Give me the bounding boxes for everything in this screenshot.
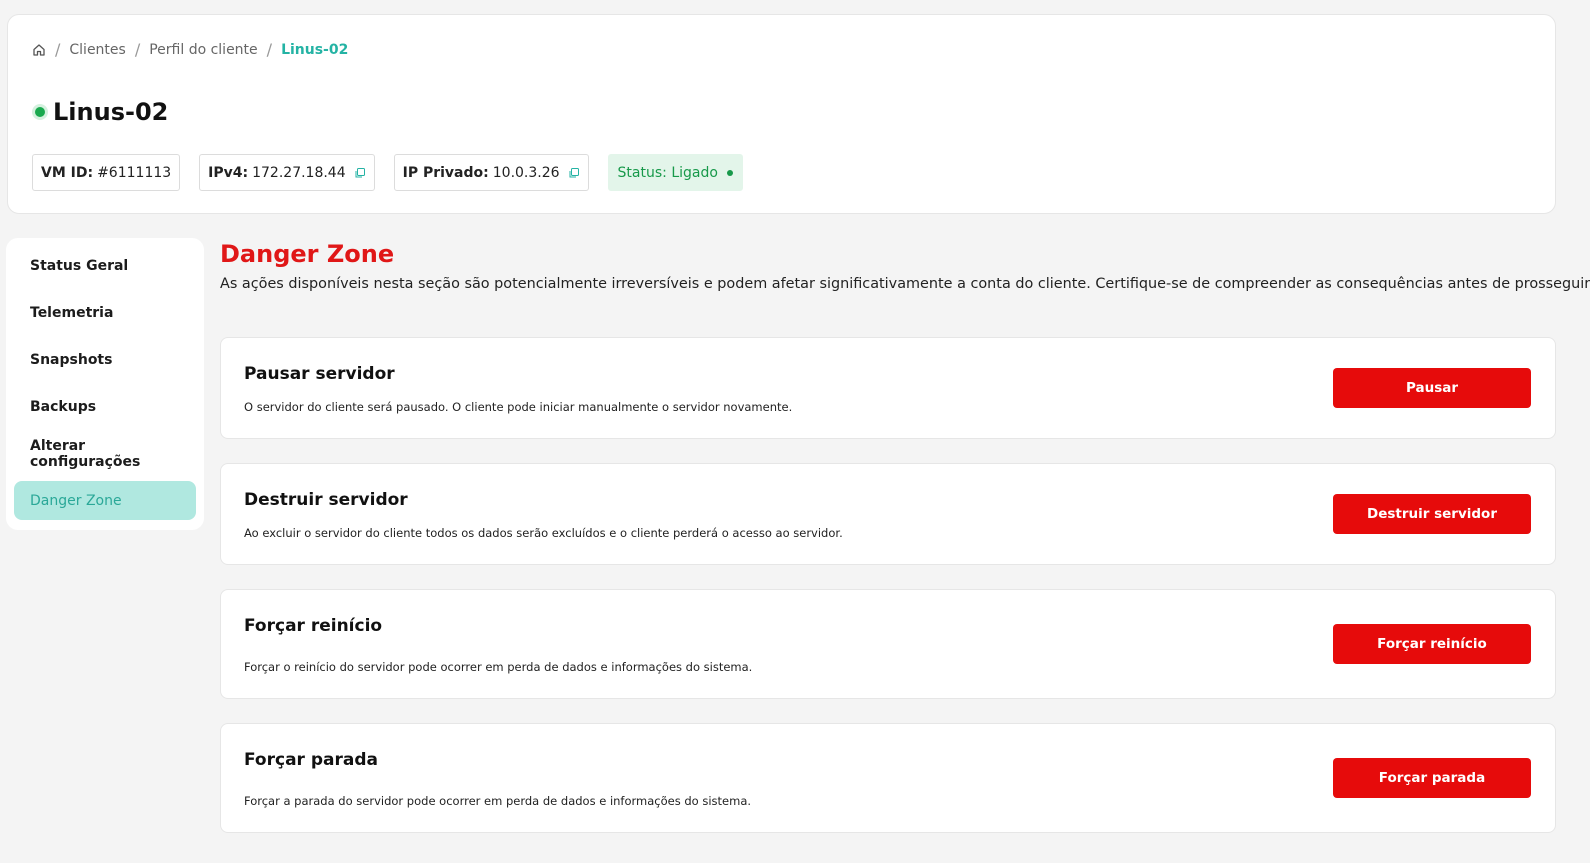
sidebar: Status Geral Telemetria Snapshots Backup… [6,238,204,530]
force-restart-button[interactable]: Forçar reinício [1333,624,1531,664]
vm-id-value: #6111113 [97,164,172,181]
ipv4-label: IPv4: [208,164,249,181]
sidebar-item-status-geral[interactable]: Status Geral [14,246,196,285]
breadcrumb-separator: / [266,40,273,59]
section-title: Danger Zone [220,240,395,268]
ip-private-chip: IP Privado: 10.0.3.26 [393,154,589,191]
vm-id-label: VM ID: [41,164,94,181]
destroy-server-button[interactable]: Destruir servidor [1333,494,1531,534]
breadcrumb-separator: / [134,40,141,59]
breadcrumb-current: Linus-02 [281,41,349,58]
vm-info-chips: VM ID: #6111113 IPv4: 172.27.18.44 IP Pr… [32,154,743,191]
ip-private-value: 10.0.3.26 [492,164,560,181]
sidebar-item-label: Telemetria [30,304,114,321]
force-stop-card: Forçar parada Forçar a parada do servido… [220,723,1556,833]
breadcrumb: / Clientes / Perfil do cliente / Linus-0… [32,40,348,59]
action-title: Forçar reinício [244,616,383,636]
breadcrumb-separator: / [55,40,61,59]
force-restart-card: Forçar reinício Forçar o reinício do ser… [220,589,1556,699]
status-badge: Status: Ligado [607,154,743,191]
destroy-server-card: Destruir servidor Ao excluir o servidor … [220,463,1556,565]
action-title: Pausar servidor [244,364,395,384]
sidebar-item-backups[interactable]: Backups [14,387,196,426]
section-description: As ações disponíveis nesta seção são pot… [220,276,1590,292]
status-dot-icon [726,169,733,176]
action-description: Forçar o reinício do servidor pode ocorr… [244,660,753,674]
status-text: Status: Ligado [617,164,718,181]
sidebar-item-label: Danger Zone [30,492,122,509]
breadcrumb-perfil-do-cliente[interactable]: Perfil do cliente [149,42,257,58]
copy-icon[interactable] [354,167,366,179]
status-dot [35,107,45,117]
action-description: O servidor do cliente será pausado. O cl… [244,400,793,414]
page-title: Linus-02 [53,98,169,126]
breadcrumb-clientes[interactable]: Clientes [69,42,125,58]
sidebar-item-label: Snapshots [30,351,113,368]
pause-button[interactable]: Pausar [1333,368,1531,408]
copy-icon[interactable] [568,167,580,179]
action-description: Ao excluir o servidor do cliente todos o… [244,526,843,540]
sidebar-item-alterar-configuracoes[interactable]: Alterar configurações [14,434,196,473]
sidebar-item-danger-zone[interactable]: Danger Zone [14,481,196,520]
sidebar-item-telemetria[interactable]: Telemetria [14,293,196,332]
ipv4-value: 172.27.18.44 [252,164,346,181]
sidebar-item-snapshots[interactable]: Snapshots [14,340,196,379]
sidebar-item-label: Status Geral [30,257,129,274]
action-title: Destruir servidor [244,490,408,510]
home-icon[interactable] [32,43,46,57]
danger-zone-section: Danger Zone As ações disponíveis nesta s… [220,238,1590,833]
vm-id-chip: VM ID: #6111113 [32,154,181,191]
action-title: Forçar parada [244,750,378,770]
action-description: Forçar a parada do servidor pode ocorrer… [244,794,752,808]
force-stop-button[interactable]: Forçar parada [1333,758,1531,798]
pause-server-card: Pausar servidor O servidor do cliente se… [220,337,1556,439]
page-title-row: Linus-02 [32,98,168,126]
sidebar-item-label: Alterar configurações [30,437,141,470]
ip-private-label: IP Privado: [402,164,489,181]
ipv4-chip: IPv4: 172.27.18.44 [199,154,375,191]
header-card: / Clientes / Perfil do cliente / Linus-0… [7,14,1556,214]
sidebar-item-label: Backups [30,398,97,415]
